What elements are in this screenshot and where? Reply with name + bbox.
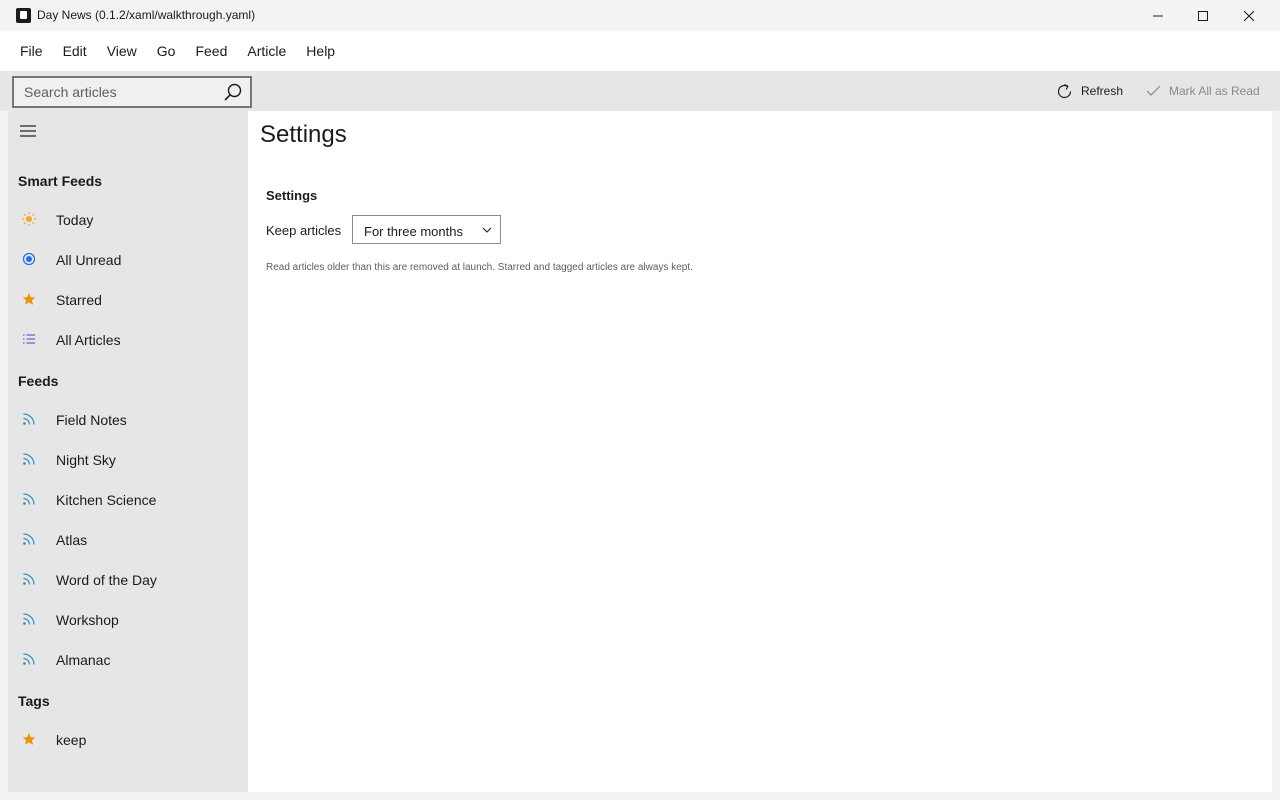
settings-section-header: Settings bbox=[266, 188, 318, 203]
menu-go[interactable]: Go bbox=[147, 31, 186, 71]
rss-icon bbox=[23, 653, 35, 665]
sidebar-item-label: Word of the Day bbox=[56, 572, 157, 588]
smart-feeds-header: Smart Feeds bbox=[18, 173, 103, 189]
rss-icon bbox=[23, 533, 35, 545]
sidebar-item-tag-keep[interactable]: keep bbox=[8, 720, 248, 760]
close-button[interactable] bbox=[1226, 0, 1272, 31]
sidebar-item-workshop[interactable]: Workshop bbox=[8, 600, 248, 640]
sidebar-item-label: keep bbox=[56, 732, 87, 748]
sidebar-item-atlas[interactable]: Atlas bbox=[8, 520, 248, 560]
title-bar: Day News (0.1.2/xaml/walkthrough.yaml) bbox=[0, 0, 1280, 31]
sidebar-item-today[interactable]: Today bbox=[8, 200, 248, 240]
rss-icon bbox=[23, 453, 35, 465]
toolbar: Refresh Mark All as Read bbox=[0, 71, 1280, 111]
hamburger-menu-icon[interactable] bbox=[19, 123, 37, 139]
menu-article[interactable]: Article bbox=[237, 31, 296, 71]
maximize-icon bbox=[1198, 10, 1208, 21]
close-icon bbox=[1244, 10, 1254, 21]
tags-header: Tags bbox=[18, 693, 50, 709]
menu-help[interactable]: Help bbox=[296, 31, 345, 71]
keep-articles-label: Keep articles bbox=[266, 223, 342, 238]
list-icon bbox=[23, 334, 35, 344]
sidebar: Smart Feeds Today All Unread Starred All… bbox=[8, 111, 248, 792]
sidebar-item-night-sky[interactable]: Night Sky bbox=[8, 440, 248, 480]
chevron-down-icon bbox=[482, 227, 492, 233]
sidebar-item-label: Atlas bbox=[56, 532, 88, 548]
sidebar-item-all-unread[interactable]: All Unread bbox=[8, 240, 248, 280]
checkmark-icon bbox=[1146, 85, 1161, 96]
search-input[interactable] bbox=[14, 78, 224, 106]
menu-view[interactable]: View bbox=[97, 31, 147, 71]
feeds-header: Feeds bbox=[18, 373, 59, 389]
sidebar-item-label: Workshop bbox=[56, 612, 119, 628]
sidebar-item-label: Field Notes bbox=[56, 412, 127, 428]
main-content: Settings Settings Keep articles For thre… bbox=[248, 111, 1272, 792]
radio-dot-icon bbox=[22, 252, 36, 266]
sidebar-item-kitchen-science[interactable]: Kitchen Science bbox=[8, 480, 248, 520]
page-title: Settings bbox=[260, 121, 347, 148]
sun-icon bbox=[22, 212, 36, 226]
sidebar-item-all-articles[interactable]: All Articles bbox=[8, 320, 248, 360]
star-icon bbox=[22, 733, 36, 745]
sidebar-item-label: All Articles bbox=[56, 332, 121, 348]
keep-articles-help-text: Read articles older than this are remove… bbox=[266, 262, 693, 273]
minimize-icon bbox=[1153, 15, 1163, 16]
rss-icon bbox=[23, 493, 35, 505]
menu-bar: File Edit View Go Feed Article Help bbox=[0, 31, 1280, 71]
sidebar-item-field-notes[interactable]: Field Notes bbox=[8, 400, 248, 440]
maximize-button[interactable] bbox=[1180, 0, 1226, 31]
sidebar-item-almanac[interactable]: Almanac bbox=[8, 640, 248, 680]
keep-articles-dropdown[interactable]: For three months bbox=[352, 215, 501, 244]
sidebar-item-label: All Unread bbox=[56, 252, 122, 268]
sidebar-item-label: Today bbox=[56, 212, 94, 228]
mark-all-read-button[interactable]: Mark All as Read bbox=[1146, 81, 1260, 101]
window-title: Day News (0.1.2/xaml/walkthrough.yaml) bbox=[37, 8, 256, 22]
keep-articles-value: For three months bbox=[364, 224, 463, 239]
sidebar-item-word-of-the-day[interactable]: Word of the Day bbox=[8, 560, 248, 600]
refresh-button[interactable]: Refresh bbox=[1056, 81, 1123, 101]
sidebar-item-starred[interactable]: Starred bbox=[8, 280, 248, 320]
minimize-button[interactable] bbox=[1135, 0, 1181, 31]
sidebar-item-label: Almanac bbox=[56, 652, 111, 668]
menu-file[interactable]: File bbox=[10, 31, 53, 71]
app-icon bbox=[16, 8, 31, 23]
sidebar-item-label: Night Sky bbox=[56, 452, 116, 468]
search-icon[interactable] bbox=[224, 83, 242, 101]
sidebar-item-label: Starred bbox=[56, 292, 102, 308]
search-box bbox=[12, 76, 252, 108]
mark-all-read-label: Mark All as Read bbox=[1169, 84, 1260, 98]
menu-feed[interactable]: Feed bbox=[185, 31, 237, 71]
refresh-icon bbox=[1057, 83, 1072, 98]
rss-icon bbox=[23, 413, 35, 425]
rss-icon bbox=[23, 573, 35, 585]
star-icon bbox=[22, 293, 36, 305]
rss-icon bbox=[23, 613, 35, 625]
menu-edit[interactable]: Edit bbox=[53, 31, 97, 71]
refresh-label: Refresh bbox=[1081, 84, 1124, 98]
sidebar-item-label: Kitchen Science bbox=[56, 492, 157, 508]
